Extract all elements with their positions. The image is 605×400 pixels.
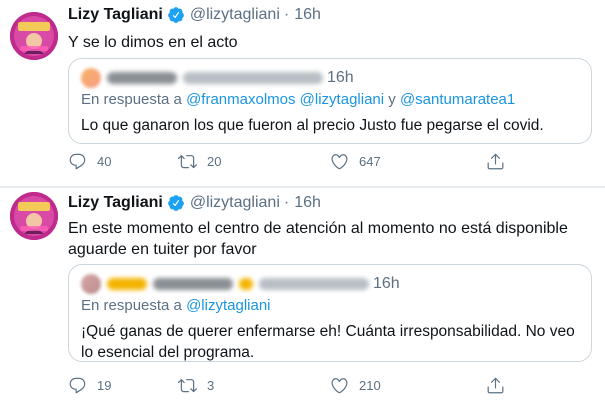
like-button[interactable]: 210 [330,376,381,395]
like-count: 647 [359,154,381,169]
retweet-button[interactable]: 3 [178,376,214,395]
reply-context: En respuesta a @lizytagliani [81,297,271,314]
reply-mention-2[interactable]: @santumaratea1 [400,91,515,108]
reply-icon [68,152,87,171]
reply-and: y [388,91,396,108]
quoted-tweet[interactable]: 16h En respuesta a @franmaxolmos @lizyta… [68,58,592,144]
quoted-text: ¡Qué ganas de querer enfermarse eh! Cuán… [81,323,575,361]
reply-mentions[interactable]: @lizytagliani [186,297,270,314]
quoted-time: 16h [373,275,400,292]
tweet-text: En este momento el centro de atención al… [68,220,568,258]
verified-badge-icon [167,194,185,212]
like-icon [330,376,349,395]
share-icon [486,152,505,171]
tweet[interactable]: Lizy Tagliani @lizytagliani · 16h Y se l… [0,0,605,186]
like-count: 210 [359,378,381,393]
author-handle[interactable]: @lizytagliani [190,194,280,212]
quoted-tweet[interactable]: 16h En respuesta a @lizytagliani ¡Qué ga… [68,264,592,362]
author-handle[interactable]: @lizytagliani [190,6,280,24]
reply-mentions[interactable]: @franmaxolmos @lizytagliani [186,91,384,108]
retweet-icon [178,152,197,171]
avatar[interactable] [10,192,58,240]
reply-prefix: En respuesta a [81,91,182,108]
reply-count: 40 [97,154,112,169]
share-button[interactable] [486,376,505,395]
quoted-tweet-header: 16h [81,67,354,89]
avatar[interactable] [10,12,58,60]
tweet-text: Y se lo dimos en el acto [68,34,238,51]
tweet-time[interactable]: 16h [294,6,321,24]
reply-icon [68,376,87,395]
reply-count: 19 [97,378,112,393]
blurred-name [153,278,233,290]
separator-dot: · [283,194,290,211]
tweet-header: Lizy Tagliani @lizytagliani · 16h [68,194,321,212]
reply-prefix: En respuesta a [81,297,182,314]
reply-button[interactable]: 40 [68,152,111,171]
reply-button[interactable]: 19 [68,376,111,395]
retweet-button[interactable]: 20 [178,152,221,171]
blurred-handle [183,72,323,84]
like-icon [330,152,349,171]
blurred-emoji [239,278,253,290]
blurred-handle [259,278,369,290]
retweet-count: 20 [207,154,222,169]
tweet-time[interactable]: 16h [294,194,321,212]
retweet-count: 3 [207,378,215,393]
share-button[interactable] [486,152,505,171]
reply-context: En respuesta a @franmaxolmos @lizytaglia… [81,91,515,108]
separator-dot: · [283,6,290,23]
retweet-icon [178,376,197,395]
share-icon [486,376,505,395]
like-button[interactable]: 647 [330,152,381,171]
quoted-text: Lo que ganaron los que fueron al precio … [81,117,544,134]
quoted-time: 16h [327,69,354,86]
blurred-emoji [107,278,147,290]
author-name[interactable]: Lizy Tagliani [68,6,163,24]
verified-badge-icon [167,6,185,24]
author-name[interactable]: Lizy Tagliani [68,194,163,212]
quoted-tweet-header: 16h [81,273,400,295]
blurred-name [107,72,177,84]
quoted-avatar-blurred [81,274,101,294]
quoted-avatar-blurred [81,68,101,88]
